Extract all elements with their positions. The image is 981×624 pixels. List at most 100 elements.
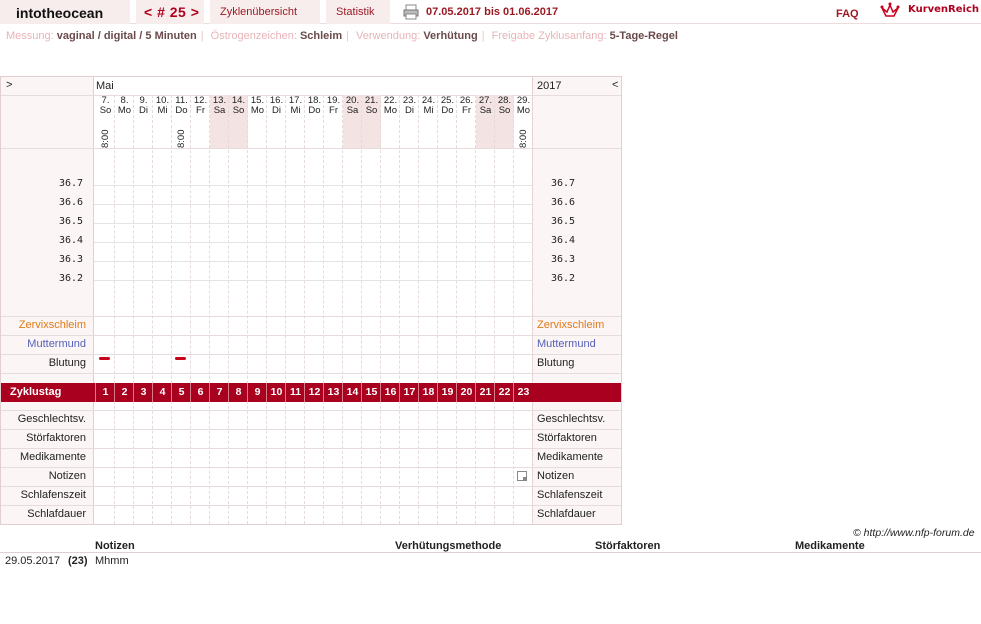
cycle-day-number: 8 xyxy=(235,386,242,398)
day-weekday: Mi xyxy=(157,105,168,116)
cycle-day-number: 15 xyxy=(365,386,378,398)
note-date: 29.05.2017 xyxy=(5,555,61,567)
medication-header: Medikamente xyxy=(795,540,865,552)
temperature-label-right: 36.2 xyxy=(551,273,576,284)
day-header[interactable]: 29. Mo xyxy=(514,96,533,116)
cycle-day-number: 13 xyxy=(327,386,340,398)
temperature-label-right: 36.3 xyxy=(551,254,576,265)
day-header[interactable]: 28. So xyxy=(495,96,514,116)
cycle-navigator[interactable]: < # 25 > xyxy=(136,0,204,24)
day-weekday: Mi xyxy=(290,105,301,116)
day-header[interactable]: 7. So xyxy=(96,96,115,116)
cycle-overview-link[interactable]: Zyklenübersicht xyxy=(210,0,320,24)
cycle-day-number: 17 xyxy=(403,386,416,398)
day-header[interactable]: 11. Do xyxy=(172,96,191,116)
day-header[interactable]: 27. Sa xyxy=(476,96,495,116)
day-header[interactable]: 25. Do xyxy=(438,96,457,116)
day-header[interactable]: 10. Mi xyxy=(153,96,172,116)
day-gridline xyxy=(475,95,476,524)
next-cycle-button[interactable]: < xyxy=(612,79,618,91)
statistics-link[interactable]: Statistik xyxy=(326,0,390,24)
temperature-label-right: 36.4 xyxy=(551,235,576,246)
cycle-day-number: 2 xyxy=(121,386,128,398)
temperature-gridline xyxy=(94,280,532,281)
temperature-label-left: 36.7 xyxy=(59,178,84,189)
row-label-r: Muttermund xyxy=(537,338,596,350)
divider xyxy=(1,373,621,374)
day-weekday: Do xyxy=(441,105,454,116)
divider xyxy=(1,354,621,355)
day-header[interactable]: 20. Sa xyxy=(343,96,362,116)
day-header[interactable]: 12. Fr xyxy=(191,96,210,116)
bleeding-marker[interactable] xyxy=(175,357,186,360)
oestrogen-value: Schleim xyxy=(299,30,343,42)
copyright: © http://www.nfp-forum.de xyxy=(853,527,975,539)
logo-text[interactable]: KurvenReich xyxy=(908,4,979,15)
divider xyxy=(1,335,621,336)
day-weekday: So xyxy=(232,105,245,116)
day-header[interactable]: 22. Mo xyxy=(381,96,400,116)
faq-link[interactable]: FAQ xyxy=(836,8,859,20)
day-header[interactable]: 26. Fr xyxy=(457,96,476,116)
day-header[interactable]: 16. Di xyxy=(267,96,286,116)
cycle-day-number: 23 xyxy=(517,386,530,398)
row-label-l: Störfaktoren xyxy=(26,432,86,444)
day-header[interactable]: 17. Mi xyxy=(286,96,305,116)
cycle-day-band: Zyklustag 1 2 3 4 5 6 7 8 9 10 11 12 13 14 15 16 17 18 19 2… xyxy=(1,383,621,402)
day-header[interactable]: 24. Mi xyxy=(419,96,438,116)
day-header[interactable]: 15. Mo xyxy=(248,96,267,116)
day-weekday: Di xyxy=(405,105,414,116)
day-header[interactable]: 9. Di xyxy=(134,96,153,116)
day-header[interactable]: 18. Do xyxy=(305,96,324,116)
day-weekday: So xyxy=(498,105,511,116)
row-label-r: Schlafenszeit xyxy=(537,489,603,501)
row-label-l: Medikamente xyxy=(19,451,86,463)
cycle-day-number: 7 xyxy=(216,386,223,398)
day-weekday: So xyxy=(365,105,378,116)
day-weekday: Fr xyxy=(462,105,471,116)
note-icon[interactable] xyxy=(517,471,527,481)
temperature-label-left: 36.3 xyxy=(59,254,84,265)
cycle-day-number: 5 xyxy=(178,386,185,398)
row-label-r: Medikamente xyxy=(537,451,604,463)
bleeding-marker[interactable] xyxy=(99,357,110,360)
month-label: Mai xyxy=(96,80,114,92)
day-weekday: Mo xyxy=(516,105,531,116)
day-header[interactable]: 13. Sa xyxy=(210,96,229,116)
row-label-r: Zervixschleim xyxy=(537,319,605,331)
verwendung-value: Verhütung xyxy=(423,30,478,42)
divider xyxy=(1,148,621,149)
date-range: 07.05.2017 bis 01.06.2017 xyxy=(426,6,559,18)
cycle-day-number: 21 xyxy=(479,386,492,398)
day-gridline xyxy=(532,95,533,524)
day-gridline xyxy=(190,95,191,524)
temperature-label-right: 36.7 xyxy=(551,178,576,189)
row-label-l: Zervixschleim xyxy=(18,319,86,331)
temperature-gridline xyxy=(94,261,532,262)
day-weekday: Fr xyxy=(196,105,205,116)
cycle-day-number: 14 xyxy=(346,386,359,398)
day-gridline xyxy=(437,95,438,524)
day-header[interactable]: 23. Di xyxy=(400,96,419,116)
day-gridline xyxy=(228,95,229,524)
day-header[interactable]: 8. Mo xyxy=(115,96,134,116)
day-header[interactable]: 19. Fr xyxy=(324,96,343,116)
contraception-header: Verhütungsmethode xyxy=(395,540,502,552)
row-label-l: Schlafdauer xyxy=(27,508,86,520)
temperature-label-left: 36.2 xyxy=(59,273,84,284)
previous-cycle-button[interactable]: > xyxy=(6,79,12,91)
row-label-l: Notizen xyxy=(48,470,86,482)
day-header[interactable]: 14. So xyxy=(229,96,248,116)
printer-icon[interactable] xyxy=(403,4,419,20)
cycle-day-label: Zyklustag xyxy=(10,386,62,398)
cycle-day-number: 10 xyxy=(270,386,283,398)
day-weekday: Sa xyxy=(346,105,359,116)
day-gridline xyxy=(456,95,457,524)
day-weekday: Di xyxy=(139,105,148,116)
temperature-label-left: 36.6 xyxy=(59,197,84,208)
row-label-l: Schlafenszeit xyxy=(20,489,86,501)
messung-label: Messung: xyxy=(6,30,54,42)
day-header[interactable]: 21. So xyxy=(362,96,381,116)
cycle-day-number: 16 xyxy=(384,386,397,398)
crown-icon[interactable] xyxy=(880,2,900,20)
